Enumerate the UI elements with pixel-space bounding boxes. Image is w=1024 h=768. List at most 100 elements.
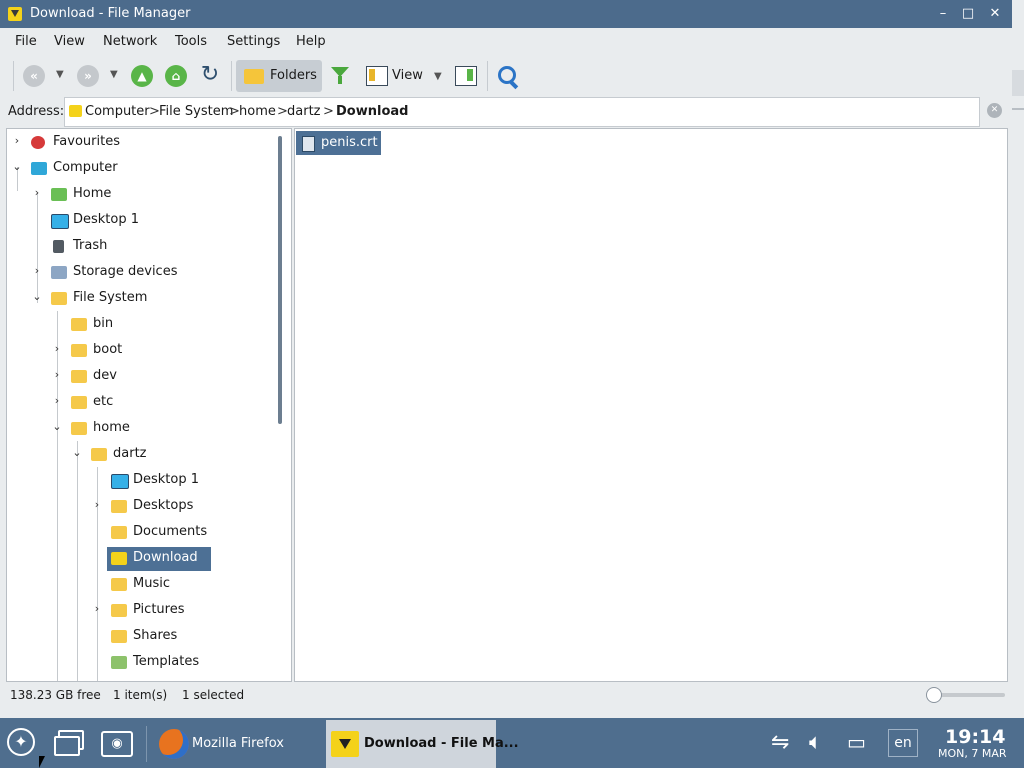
status-bar: 138.23 GB free 1 item(s) 1 selected <box>0 684 1008 706</box>
folder-icon <box>111 500 127 513</box>
expand-arrow-icon[interactable]: › <box>31 186 43 199</box>
certificate-file-icon <box>302 136 315 152</box>
expand-arrow-icon[interactable]: › <box>51 342 63 355</box>
tree-label: Desktop 1 <box>73 212 140 227</box>
show-windows-icon[interactable] <box>54 730 84 756</box>
minimize-button[interactable]: – <box>934 5 952 23</box>
breadcrumb-dartz[interactable]: dartz <box>287 104 320 119</box>
desktop-icon <box>51 214 69 229</box>
tree-label: dev <box>93 368 117 383</box>
tree-label: home <box>93 420 130 435</box>
taskbar-firefox[interactable]: Mozilla Firefox <box>150 720 322 768</box>
clock-time[interactable]: 19:14 <box>945 726 1005 748</box>
file-manager-window: Download - File Manager – □ ✕ File View … <box>0 0 1013 718</box>
tree-label: File System <box>73 290 148 305</box>
breadcrumb-file-system[interactable]: File System <box>159 104 233 119</box>
preview-icon[interactable] <box>455 66 477 86</box>
clock-date[interactable]: MON, 7 MAR <box>938 747 1007 760</box>
refresh-icon: ↻ <box>200 62 220 87</box>
pictures-folder-icon <box>111 604 127 617</box>
firefox-icon <box>159 729 189 759</box>
view-button-label[interactable]: View <box>392 68 423 83</box>
menu-tools[interactable]: Tools <box>175 34 207 49</box>
collapse-arrow-icon[interactable]: ⌄ <box>31 290 43 303</box>
view-icon[interactable] <box>366 66 388 86</box>
expand-arrow-icon[interactable]: › <box>31 264 43 277</box>
tree-scrollbar[interactable] <box>278 136 282 424</box>
close-button[interactable]: ✕ <box>986 5 1004 23</box>
folder-icon <box>244 69 264 84</box>
zoom-slider[interactable] <box>935 693 1005 697</box>
forward-button[interactable]: » <box>77 65 99 87</box>
tree-label: Home <box>73 186 112 201</box>
taskbar-file-manager[interactable]: Download - File Ma... <box>326 720 519 768</box>
templates-folder-icon <box>111 656 127 669</box>
menu-network[interactable]: Network <box>103 34 157 49</box>
back-history-caret[interactable]: ▼ <box>56 69 64 80</box>
file-item[interactable]: penis.crt <box>296 131 381 155</box>
folder-icon <box>71 344 87 357</box>
menu-help[interactable]: Help <box>296 34 326 49</box>
network-usb-icon[interactable]: ⇋ <box>771 730 789 755</box>
volume-icon[interactable]: 🔈︎ <box>809 730 822 755</box>
folder-tree[interactable]: › Favourites ⌄ Computer › Home Desktop 1… <box>6 128 292 682</box>
collapse-arrow-icon[interactable]: ⌄ <box>11 160 23 173</box>
expand-arrow-icon[interactable]: › <box>91 602 103 615</box>
download-folder-icon <box>331 731 359 757</box>
expand-arrow-icon[interactable]: › <box>91 498 103 511</box>
collapse-arrow-icon[interactable]: ⌄ <box>51 420 63 433</box>
expand-arrow-icon[interactable]: › <box>11 134 23 147</box>
back-button[interactable]: « <box>23 65 45 87</box>
expand-arrow-icon[interactable]: › <box>51 394 63 407</box>
keyboard-layout-indicator[interactable]: en <box>888 729 918 757</box>
shares-folder-icon <box>111 630 127 643</box>
tree-label: Desktops <box>133 498 194 513</box>
display-icon[interactable]: ▭ <box>847 730 866 754</box>
taskbar: ✦ ◉ Mozilla Firefox Download - File Ma..… <box>0 720 1024 768</box>
music-folder-icon <box>111 578 127 591</box>
home-button[interactable]: ⌂ <box>165 65 187 87</box>
heart-icon <box>31 136 45 149</box>
tree-label: bin <box>93 316 114 331</box>
tree-label: Computer <box>53 160 118 175</box>
download-folder-icon <box>69 105 82 117</box>
address-bar[interactable]: Computer > File System > home > dartz > … <box>64 97 980 127</box>
collapse-arrow-icon[interactable]: ⌄ <box>71 446 83 459</box>
start-menu-icon[interactable]: ✦ <box>7 728 35 756</box>
menu-file[interactable]: File <box>15 34 37 49</box>
tree-label: Shares <box>133 628 178 643</box>
up-icon: ▲ <box>137 69 147 83</box>
free-space: 138.23 GB free <box>10 688 101 702</box>
folder-icon <box>71 396 87 409</box>
search-icon[interactable] <box>498 66 516 84</box>
selected-count: 1 selected <box>182 688 245 702</box>
up-button[interactable]: ▲ <box>131 65 153 87</box>
breadcrumb-computer[interactable]: Computer <box>85 104 150 119</box>
breadcrumb-home[interactable]: home <box>239 104 276 119</box>
tree-label: Music <box>133 576 170 591</box>
forward-history-caret[interactable]: ▼ <box>110 69 118 80</box>
file-list-pane[interactable]: penis.crt <box>294 128 1008 682</box>
tree-label: Download <box>133 550 198 565</box>
view-dropdown-caret[interactable]: ▼ <box>434 71 442 82</box>
maximize-button[interactable]: □ <box>959 5 977 23</box>
breadcrumb-download[interactable]: Download <box>336 104 408 119</box>
storage-icon <box>51 266 67 279</box>
expand-arrow-icon[interactable]: › <box>51 368 63 381</box>
mouse-cursor <box>39 756 45 768</box>
folders-toggle-button[interactable]: Folders <box>236 60 322 92</box>
download-folder-icon <box>8 7 22 21</box>
refresh-button[interactable]: ↻ <box>199 64 221 86</box>
title-bar[interactable]: Download - File Manager – □ ✕ <box>0 0 1012 28</box>
clear-address-icon[interactable]: ✕ <box>987 103 1002 118</box>
menu-view[interactable]: View <box>54 34 85 49</box>
computer-icon <box>31 162 47 175</box>
download-folder-icon <box>111 552 127 565</box>
address-label: Address: <box>8 104 65 119</box>
folders-label: Folders <box>270 68 317 83</box>
folder-icon <box>71 318 87 331</box>
desktop-eye-icon[interactable]: ◉ <box>101 731 133 757</box>
zoom-slider-handle[interactable] <box>926 687 942 703</box>
menu-bar: File View Network Tools Settings Help <box>0 30 1008 54</box>
menu-settings[interactable]: Settings <box>227 34 280 49</box>
